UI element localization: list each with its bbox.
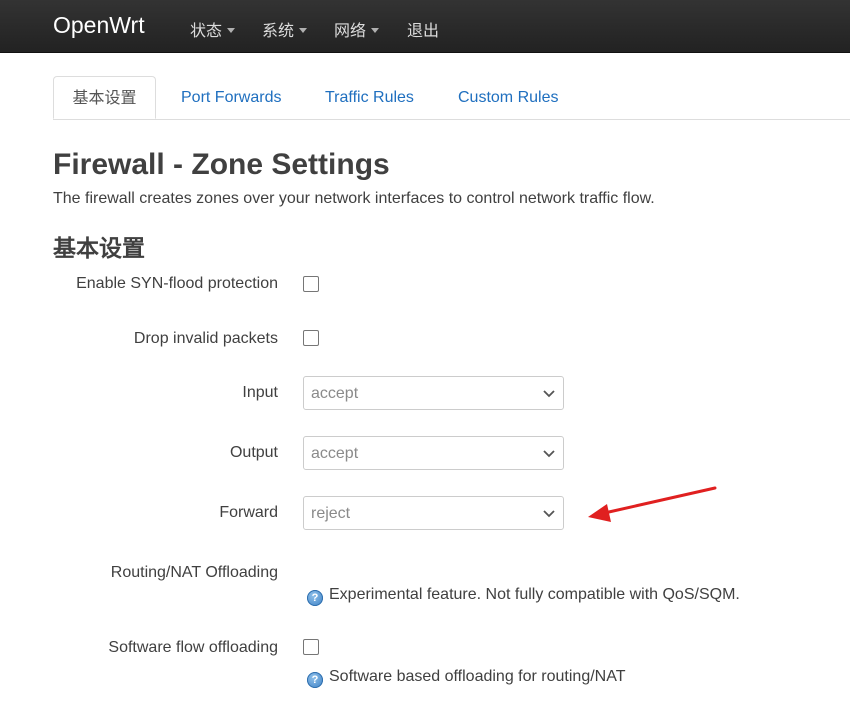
output-policy-value: accept <box>311 445 359 462</box>
nav-menu-network[interactable]: 网络 <box>334 17 380 41</box>
routing-nat-offloading-label: Routing/NAT Offloading <box>110 564 278 581</box>
nav-logout[interactable]: 退出 <box>407 17 439 41</box>
forward-policy-select[interactable]: reject <box>303 496 564 530</box>
page-title: Firewall - Zone Settings <box>53 148 390 181</box>
input-policy-label: Input <box>242 384 278 401</box>
page-description: The firewall creates zones over your net… <box>53 190 655 207</box>
tab-custom-rules[interactable]: Custom Rules <box>458 76 558 118</box>
tab-general-settings[interactable]: 基本设置 <box>53 76 156 119</box>
routing-nat-offloading-hint: ? Experimental feature. Not fully compati… <box>307 586 740 606</box>
nav-logout-label: 退出 <box>407 23 440 40</box>
chevron-down-icon <box>543 390 555 398</box>
chevron-down-icon <box>543 450 555 458</box>
help-icon: ? <box>307 590 323 606</box>
input-policy-value: accept <box>311 385 359 402</box>
drop-invalid-label: Drop invalid packets <box>133 330 278 347</box>
caret-down-icon <box>227 28 236 33</box>
nav-menu-system-label: 系统 <box>262 23 295 40</box>
tab-port-forwards[interactable]: Port Forwards <box>181 76 281 118</box>
forward-policy-label: Forward <box>219 504 278 521</box>
software-offload-hint-text: Software based offloading for routing/NA… <box>329 668 626 685</box>
section-title: 基本设置 <box>53 235 145 261</box>
software-flow-offloading-checkbox[interactable] <box>303 639 319 655</box>
software-flow-offloading-hint: ? Software based offloading for routing/N… <box>307 668 625 688</box>
routing-nat-hint-text: Experimental feature. Not fully compatib… <box>329 586 740 603</box>
nav-menu-network-label: 网络 <box>334 23 367 40</box>
top-navbar: OpenWrt 状态 系统 网络 退出 <box>0 0 850 53</box>
help-icon: ? <box>307 672 323 688</box>
nav-menu-status-label: 状态 <box>190 23 223 40</box>
software-flow-offloading-label: Software flow offloading <box>108 639 278 656</box>
output-policy-select[interactable]: accept <box>303 436 564 470</box>
tab-traffic-rules[interactable]: Traffic Rules <box>325 76 414 118</box>
nav-menu-system[interactable]: 系统 <box>262 17 308 41</box>
tab-bar: 基本设置 Port Forwards Traffic Rules Custom … <box>53 76 850 120</box>
chevron-down-icon <box>543 510 555 518</box>
output-policy-label: Output <box>229 444 278 461</box>
drop-invalid-checkbox[interactable] <box>303 330 319 346</box>
brand-logo[interactable]: OpenWrt <box>53 12 145 39</box>
syn-flood-label: Enable SYN-flood protection <box>76 275 278 292</box>
caret-down-icon <box>371 28 380 33</box>
input-policy-select[interactable]: accept <box>303 376 564 410</box>
forward-policy-value: reject <box>311 505 351 522</box>
syn-flood-checkbox[interactable] <box>303 276 319 292</box>
caret-down-icon <box>299 28 308 33</box>
nav-menu-status[interactable]: 状态 <box>190 17 236 41</box>
